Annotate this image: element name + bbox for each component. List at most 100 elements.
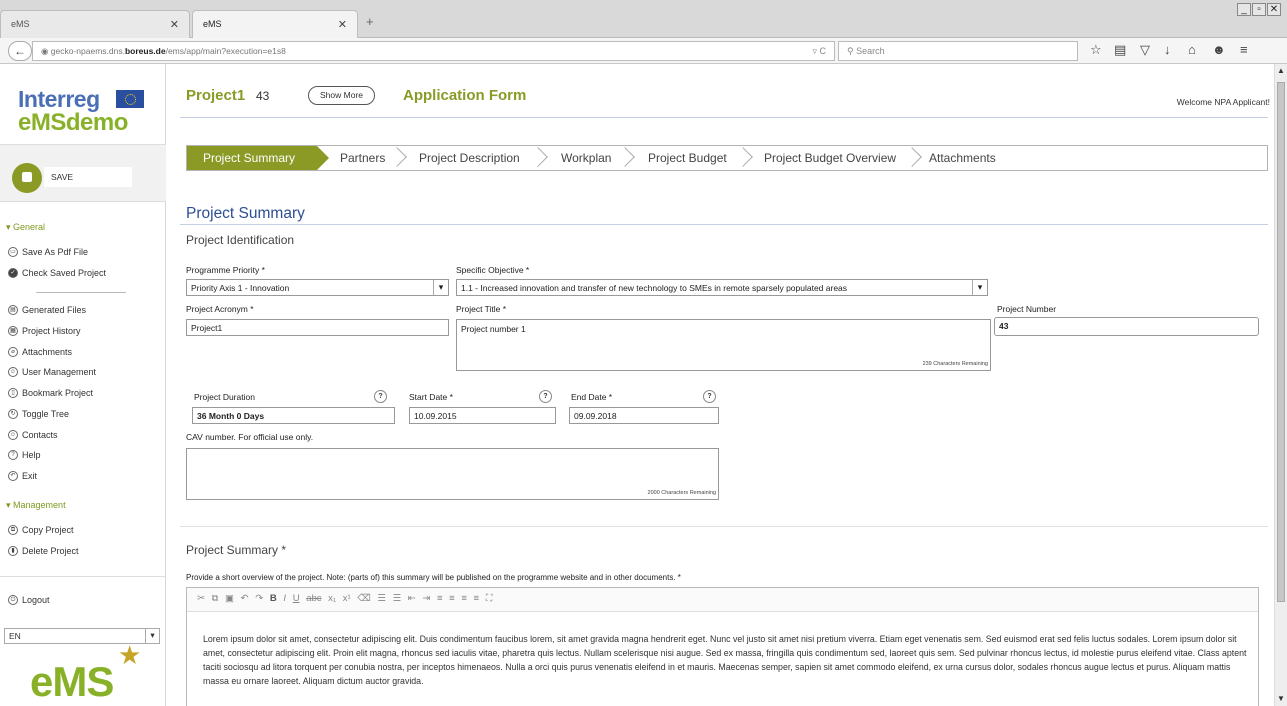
home-icon[interactable]: ⌂ [1188,42,1196,57]
scroll-up-icon[interactable]: ▲ [1277,66,1285,75]
programme-priority-select[interactable]: Priority Axis 1 - Innovation [186,279,449,296]
browser-tab-2[interactable]: eMS ✕ [192,10,358,38]
close-icon[interactable]: ✕ [170,18,179,31]
cav-label: CAV number. For official use only. [186,432,314,442]
step-partners[interactable]: Partners [340,146,385,170]
menu-generated-files[interactable]: ▤ Generated Files [8,305,86,315]
search-input[interactable]: ⚲ Search [838,41,1078,61]
welcome-text: Welcome NPA Applicant! [1176,97,1270,107]
menu-delete-project[interactable]: ▮ Delete Project [8,546,79,556]
back-arrow-icon[interactable]: ← [8,41,32,61]
help-icon[interactable]: ? [374,390,387,403]
cav-textarea[interactable]: 2000 Characters Remaining [186,448,719,500]
tree-icon: ↻ [8,409,18,419]
step-attachments[interactable]: Attachments [929,146,996,170]
step-navigation: Project Summary Partners Project Descrip… [186,145,1268,171]
close-icon[interactable]: ✕ [338,18,347,31]
help-icon: ? [8,450,18,460]
scrollbar-thumb[interactable] [1277,82,1285,602]
step-project-description[interactable]: Project Description [419,146,520,170]
trash-icon: ▮ [8,546,18,556]
pdf-icon: ▭ [8,247,18,257]
bullet-list-icon[interactable]: ☰ [393,593,402,604]
editor-toolbar: ✂ ⧉ ▣ ↶ ↷ B I U abc x₁ x¹ ⌫ ☰ ☰ ⇤ ⇥ ≡ ≡ … [187,588,1258,612]
new-tab-button[interactable]: + [366,14,374,29]
menu-label: Contacts [22,430,58,440]
copy-icon[interactable]: ⧉ [212,593,219,604]
cut-icon[interactable]: ✂ [197,593,205,604]
logout-button[interactable]: ⏻ Logout [8,595,50,605]
menu-exit[interactable]: ↶ Exit [8,471,37,481]
menu-bookmark-project[interactable]: ▯ Bookmark Project [8,388,93,398]
menu-label: Delete Project [22,546,79,556]
italic-icon[interactable]: I [283,593,286,604]
step-budget-overview[interactable]: Project Budget Overview [764,146,896,170]
end-date-input[interactable]: 09.09.2018 [569,407,719,424]
underline-icon[interactable]: U [293,593,300,604]
maximize-icon[interactable]: ⛶ [486,593,493,604]
align-center-icon[interactable]: ≡ [449,593,455,604]
show-more-button[interactable]: Show More [308,86,375,105]
menu-toggle-tree[interactable]: ↻ Toggle Tree [8,409,69,419]
summary-editor[interactable]: ✂ ⧉ ▣ ↶ ↷ B I U abc x₁ x¹ ⌫ ☰ ☰ ⇤ ⇥ ≡ ≡ … [186,587,1259,706]
help-icon[interactable]: ? [539,390,552,403]
menu-contacts[interactable]: ☺ Contacts [8,430,58,440]
group-management-toggle[interactable]: ▾ Management [6,500,66,511]
close-window-button[interactable]: ✕ [1267,3,1281,16]
menu-project-history[interactable]: ▦ Project History [8,326,81,336]
browser-tab-1[interactable]: eMS ✕ [0,10,190,38]
indent-icon[interactable]: ⇥ [422,593,430,604]
paste-icon[interactable]: ▣ [225,593,234,604]
menu-help[interactable]: ? Help [8,450,41,460]
chat-icon[interactable]: ☻ [1212,42,1226,57]
end-date-label: End Date * [571,392,613,402]
bold-icon[interactable]: B [270,593,277,604]
reload-icon[interactable]: ▿ C [812,46,826,57]
lock-icon[interactable] [12,163,42,193]
star-icon[interactable]: ☆ [1090,42,1102,58]
acronym-input[interactable]: Project1 [186,319,449,336]
step-workplan[interactable]: Workplan [561,146,611,170]
step-arrow [902,147,922,167]
header-divider [180,117,1268,118]
specific-objective-select[interactable]: 1.1 - Increased innovation and transfer … [456,279,988,296]
superscript-icon[interactable]: x¹ [343,593,351,604]
start-date-input[interactable]: 10.09.2015 [409,407,556,424]
undo-icon[interactable]: ↶ [241,593,249,604]
help-icon[interactable]: ? [703,390,716,403]
group-general-toggle[interactable]: ▾ General [6,222,45,233]
redo-icon[interactable]: ↷ [255,593,263,604]
step-project-summary[interactable]: Project Summary [187,146,317,170]
menu-icon[interactable]: ≡ [1240,42,1248,57]
project-number-input[interactable]: 43 [994,317,1259,336]
title-textarea[interactable]: Project number 1 239 Characters Remainin… [456,319,991,371]
align-right-icon[interactable]: ≡ [461,593,467,604]
outdent-icon[interactable]: ⇤ [408,593,416,604]
title-chars-remaining: 239 Characters Remaining [922,361,988,367]
maximize-button[interactable]: ▫ [1252,3,1266,16]
step-project-budget[interactable]: Project Budget [648,146,727,170]
eu-flag-icon [116,90,144,108]
justify-icon[interactable]: ≡ [474,593,480,604]
page-scrollbar[interactable]: ▲ ▼ [1274,64,1287,706]
project-number: 43 [256,89,270,103]
menu-check-saved[interactable]: ✓ Check Saved Project [8,268,106,278]
strikethrough-icon[interactable]: abc [306,593,321,604]
menu-save-pdf[interactable]: ▭ Save As Pdf File [8,247,88,257]
align-left-icon[interactable]: ≡ [437,593,443,604]
numbered-list-icon[interactable]: ☰ [377,593,386,604]
pocket-icon[interactable]: ▽ [1140,42,1150,58]
scroll-down-icon[interactable]: ▼ [1277,694,1285,703]
step-arrow [528,147,548,167]
reading-list-icon[interactable]: ▤ [1114,42,1126,58]
menu-copy-project[interactable]: ⧉ Copy Project [8,525,74,535]
menu-attachments[interactable]: ⌀ Attachments [8,347,72,357]
minimize-button[interactable]: _ [1237,3,1251,16]
save-button[interactable]: SAVE [44,167,132,187]
menu-user-management[interactable]: ☺ User Management [8,367,96,377]
address-bar[interactable]: ◉ gecko-npaems.dns.boreus.de/ems/app/mai… [32,41,835,61]
copy-icon: ⧉ [8,525,18,535]
download-icon[interactable]: ↓ [1164,42,1171,57]
remove-format-icon[interactable]: ⌫ [357,593,370,604]
subscript-icon[interactable]: x₁ [328,593,336,604]
